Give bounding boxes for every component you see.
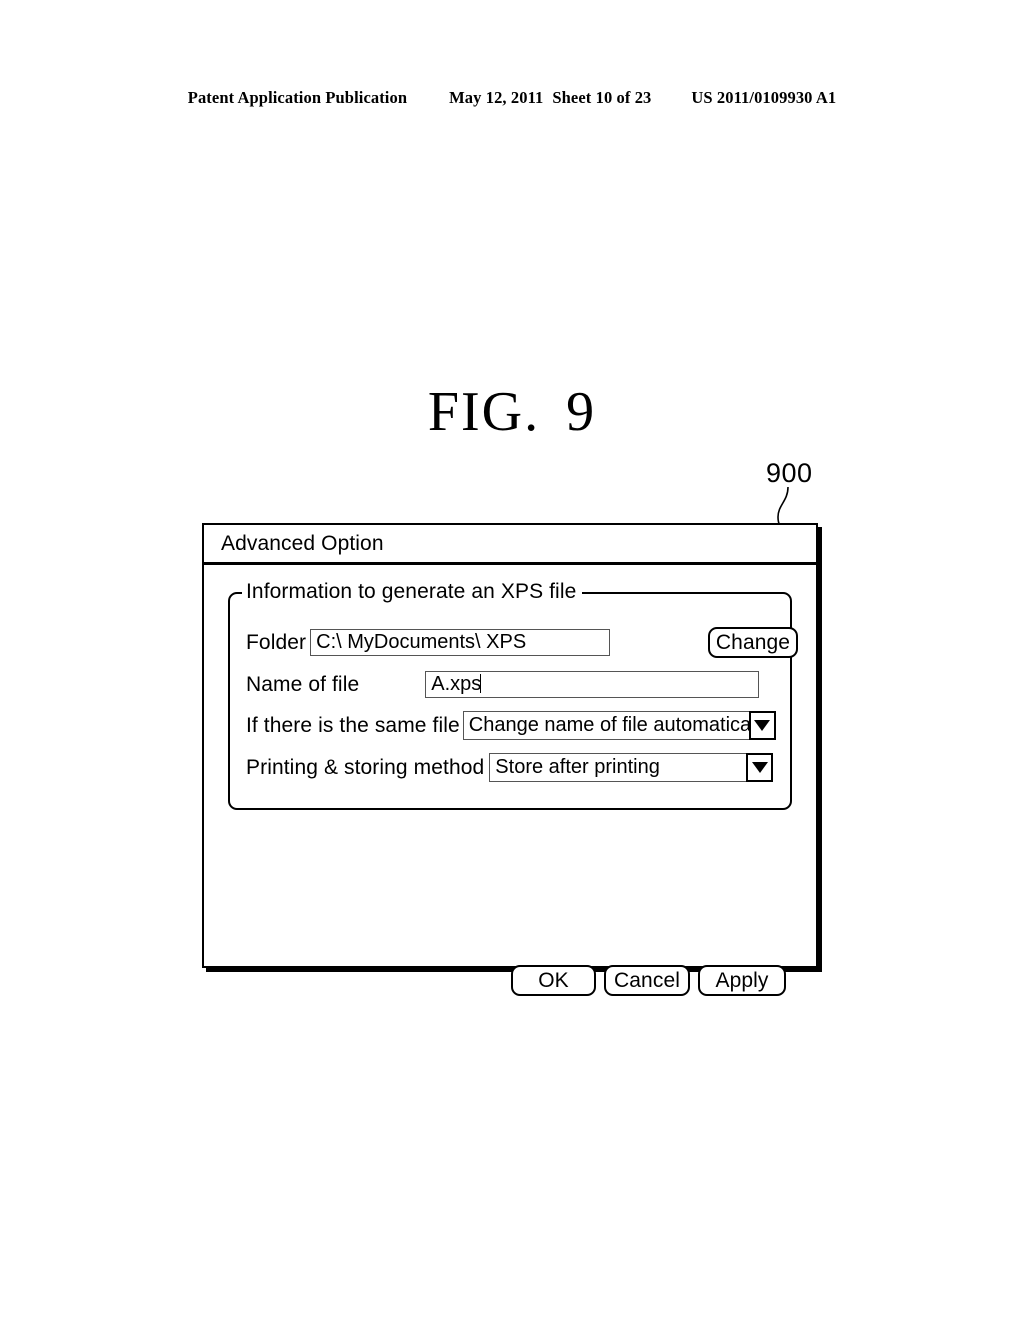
reference-numeral-900: 900 [766, 458, 813, 488]
chevron-down-icon[interactable] [746, 753, 774, 782]
ok-button[interactable]: OK [511, 965, 596, 996]
name-of-file-input[interactable]: A.xps [425, 671, 760, 698]
folder-input-value: C:\ MyDocuments\ XPS [316, 631, 527, 653]
name-of-file-input-value: A.xps [431, 673, 482, 695]
row-folder: Folder C:\ MyDocuments\ XPS [246, 629, 611, 656]
row-name-of-file: Name of file A.xps [246, 671, 760, 698]
same-file-dropdown-value: Change name of file automatically [468, 714, 749, 736]
publication-label: Patent Application Publication [187, 88, 408, 107]
change-folder-button-label: Change [715, 630, 791, 654]
printing-storing-method-dropdown-value: Store after printing [495, 756, 660, 778]
apply-button-label: Apply [715, 968, 769, 992]
same-file-label: If there is the same file [246, 713, 460, 737]
text-caret [480, 674, 482, 693]
advanced-option-dialog: Advanced Option Information to generate … [202, 523, 818, 996]
chevron-down-icon[interactable] [748, 711, 776, 740]
printing-storing-method-dropdown[interactable]: Store after printing [489, 753, 774, 782]
xps-info-groupbox: Information to generate an XPS file Fold… [228, 580, 798, 810]
name-of-file-label: Name of file [246, 672, 360, 696]
apply-button[interactable]: Apply [698, 965, 786, 996]
same-file-dropdown[interactable]: Change name of file automatically [462, 711, 776, 740]
ok-button-label: OK [538, 968, 569, 992]
cancel-button[interactable]: Cancel [604, 965, 690, 996]
sheet-number: Sheet 10 of 23 [552, 88, 652, 107]
cancel-button-label: Cancel [614, 968, 680, 992]
publication-date: May 12, 2011 [449, 88, 544, 107]
folder-label: Folder [246, 630, 307, 654]
dialog-button-row: OK Cancel Apply [511, 965, 786, 996]
dialog-titlebar: Advanced Option [204, 525, 816, 565]
printing-storing-method-label: Printing & storing method [246, 755, 485, 779]
row-same-file: If there is the same file Change name of… [246, 711, 776, 740]
change-folder-button[interactable]: Change [708, 627, 798, 658]
dialog-title: Advanced Option [221, 531, 384, 555]
dialog-body: Information to generate an XPS file Fold… [204, 565, 816, 996]
patent-page-header: Patent Application Publication May 12, 2… [0, 88, 1024, 108]
patent-number: US 2011/0109930 A1 [691, 88, 837, 107]
figure-number: 9 [566, 381, 597, 443]
groupbox-legend: Information to generate an XPS file [242, 580, 583, 604]
row-printing-storing-method: Printing & storing method Store after pr… [246, 753, 774, 782]
figure-title: FIG. 9 [0, 380, 1024, 444]
figure-label: FIG. [427, 381, 541, 443]
folder-input[interactable]: C:\ MyDocuments\ XPS [310, 629, 611, 656]
